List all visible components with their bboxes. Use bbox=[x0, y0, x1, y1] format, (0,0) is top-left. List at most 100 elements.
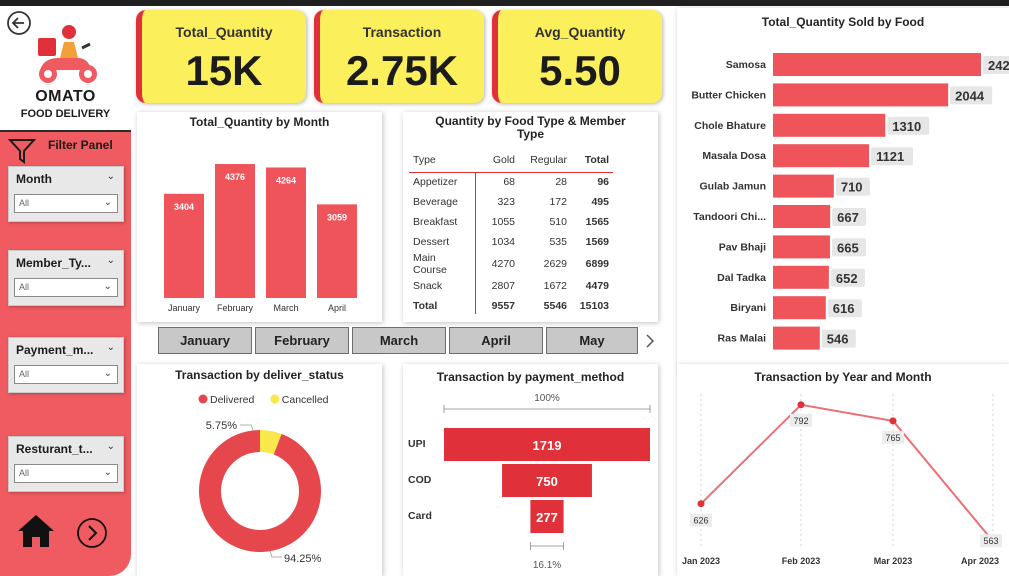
chevron-down-icon[interactable]: ⌄ bbox=[107, 255, 115, 266]
trend-line bbox=[700, 403, 994, 542]
chevron-down-icon: ⌄ bbox=[103, 368, 112, 379]
chevron-down-icon: ⌄ bbox=[103, 281, 112, 292]
table-row: Dessert 1034 535 1569 bbox=[409, 232, 613, 252]
back-arrow-icon[interactable] bbox=[6, 10, 32, 36]
table-cell: 510 bbox=[549, 216, 567, 228]
trend-chart-card: Transaction by Year and Month 626 Jan 202… bbox=[677, 364, 1009, 576]
food-bar bbox=[773, 235, 830, 259]
x-tick-label: January bbox=[168, 303, 201, 313]
x-tick-label: April bbox=[328, 303, 346, 313]
chevron-down-icon[interactable]: ⌄ bbox=[107, 342, 115, 353]
chevron-down-icon[interactable]: ⌄ bbox=[107, 441, 115, 452]
data-label: 4264 bbox=[276, 175, 296, 185]
table-row: Appetizer 68 28 96 bbox=[409, 171, 613, 192]
table-cell: Total bbox=[413, 300, 438, 312]
month-slicer[interactable]: Month ⌄ All ⌄ bbox=[8, 166, 124, 222]
dropdown-value: All bbox=[19, 369, 30, 379]
x-tick-label: Jan 2023 bbox=[682, 556, 720, 566]
matrix-column-divider bbox=[475, 172, 476, 314]
table-cell: 535 bbox=[549, 236, 567, 248]
kpi-value: 2.75K bbox=[345, 47, 459, 94]
table-row: Beverage 323 172 495 bbox=[409, 192, 613, 212]
brand-name: OMATO bbox=[35, 88, 96, 105]
payment-method-slicer[interactable]: Payment_m... ⌄ All ⌄ bbox=[8, 337, 124, 393]
x-tick-label: Apr 2023 bbox=[961, 556, 999, 566]
tab-april[interactable]: April bbox=[449, 327, 543, 354]
table-row: Breakfast 1055 510 1565 bbox=[409, 212, 613, 232]
data-label: 710 bbox=[841, 180, 863, 195]
home-icon[interactable] bbox=[16, 513, 56, 549]
filter-funnel-icon bbox=[8, 139, 36, 164]
food-bar bbox=[773, 144, 870, 168]
x-tick-label: Mar 2023 bbox=[874, 556, 913, 566]
payment-method-dropdown[interactable]: All ⌄ bbox=[14, 365, 118, 384]
table-cell: 323 bbox=[497, 196, 515, 208]
column-header: Type bbox=[413, 153, 436, 166]
kpi-title: Avg_Quantity bbox=[534, 24, 626, 40]
next-page-icon[interactable] bbox=[76, 517, 108, 549]
kpi-value: 15K bbox=[185, 47, 263, 94]
tab-january[interactable]: January bbox=[158, 327, 252, 354]
data-label: 1121 bbox=[876, 149, 904, 164]
restaurant-type-slicer[interactable]: Resturant_t... ⌄ All ⌄ bbox=[8, 436, 124, 492]
table-cell: 1672 bbox=[543, 280, 567, 292]
legend-marker bbox=[270, 394, 280, 404]
funnel-bottom-percent: 16.1% bbox=[533, 560, 561, 571]
funnel-bottom-bracket bbox=[530, 542, 564, 550]
table-cell: 1569 bbox=[585, 236, 609, 248]
data-label: 765 bbox=[885, 433, 900, 443]
data-label: 2044 bbox=[955, 88, 985, 103]
table-cell: 6899 bbox=[585, 258, 609, 270]
food-chart-card: Total_Quantity Sold by Food Samosa2427Bu… bbox=[677, 8, 1009, 366]
table-row: Snack 2807 1672 4479 bbox=[409, 276, 613, 296]
table-cell: 1565 bbox=[585, 216, 609, 228]
table-cell: Snack bbox=[413, 280, 443, 292]
table-row: Main Course 4270 2629 6899 bbox=[409, 252, 613, 276]
trend-point bbox=[797, 401, 805, 409]
chevron-down-icon[interactable]: ⌄ bbox=[107, 171, 115, 182]
food-bar bbox=[773, 265, 829, 289]
kpi-title: Total_Quantity bbox=[175, 24, 273, 40]
trend-point bbox=[889, 417, 897, 425]
table-cell: 28 bbox=[519, 171, 571, 192]
kpi-total-quantity: Total_Quantity 15K bbox=[136, 10, 306, 103]
brand-tagline: FOOD DELIVERY bbox=[20, 108, 111, 120]
month-dropdown[interactable]: All ⌄ bbox=[14, 194, 118, 213]
legend-marker bbox=[198, 394, 208, 404]
slicer-label: Month bbox=[16, 172, 52, 186]
slicer-label: Resturant_t... bbox=[16, 442, 93, 456]
slicer-label: Member_Ty... bbox=[16, 256, 91, 270]
table-cell: Breakfast bbox=[413, 216, 458, 228]
data-label: 277 bbox=[536, 510, 558, 525]
dropdown-value: All bbox=[19, 282, 30, 292]
table-cell: 5546 bbox=[543, 300, 567, 312]
table-cell: 2629 bbox=[543, 258, 567, 270]
table-cell: 495 bbox=[591, 196, 609, 208]
table-cell: Appetizer bbox=[409, 171, 475, 192]
data-label: 1719 bbox=[533, 438, 562, 453]
chevron-down-icon: ⌄ bbox=[103, 467, 112, 478]
member-type-slicer[interactable]: Member_Ty... ⌄ All ⌄ bbox=[8, 250, 124, 306]
data-label: 3059 bbox=[327, 212, 347, 222]
chevron-right-icon[interactable] bbox=[643, 332, 657, 350]
table-cell: 4479 bbox=[585, 280, 609, 292]
y-tick-label: Tandoori Chi... bbox=[693, 211, 766, 223]
member-type-dropdown[interactable]: All ⌄ bbox=[14, 278, 118, 297]
data-label: 2427 bbox=[988, 58, 1009, 73]
tab-march[interactable]: March bbox=[352, 327, 446, 354]
x-tick-label: Feb 2023 bbox=[782, 556, 821, 566]
y-tick-label: Dal Tadka bbox=[717, 272, 766, 284]
x-tick-label: February bbox=[217, 303, 254, 313]
restaurant-type-dropdown[interactable]: All ⌄ bbox=[14, 464, 118, 483]
quantity-matrix: Type Gold Regular Total Appetizer 68 28 96 B… bbox=[409, 148, 613, 316]
data-label: 667 bbox=[837, 210, 859, 225]
table-cell: Dessert bbox=[413, 236, 450, 248]
sidebar-divider bbox=[0, 130, 131, 132]
food-bar bbox=[773, 205, 831, 228]
funnel-top-bracket bbox=[443, 405, 651, 413]
table-cell: Main Course bbox=[413, 252, 447, 276]
tab-february[interactable]: February bbox=[255, 327, 349, 354]
food-bar bbox=[773, 83, 949, 107]
tab-may[interactable]: May bbox=[546, 327, 638, 354]
payment-chart-card: Transaction by payment_method 100% 1719 UP… bbox=[403, 364, 658, 576]
